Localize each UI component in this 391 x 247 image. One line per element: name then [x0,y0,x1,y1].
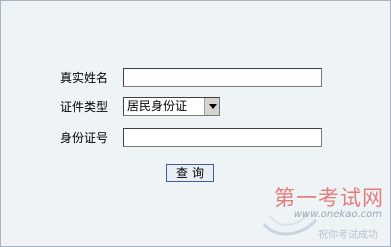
watermark-url: www.onekao.com [293,209,382,220]
query-button[interactable]: 查询 [166,164,214,182]
id-type-select[interactable]: 居民身份证 [123,97,220,116]
id-type-label: 证件类型 [60,100,109,114]
real-name-input[interactable] [123,68,322,87]
watermark-logo: 第一考试网 www.onekao.com 祝你考试成功 [256,182,386,244]
watermark-slogan: 祝你考试成功 [318,230,378,241]
id-type-selected-value: 居民身份证 [127,99,188,113]
chevron-down-icon[interactable] [204,98,219,115]
id-number-label: 身份证号 [60,131,109,145]
id-number-input[interactable] [123,128,322,147]
watermark-title: 第一考试网 [274,186,384,210]
query-form-panel: 真实姓名 证件类型 居民身份证 身份证号 查询 第一考试网 www.onekao… [0,0,391,247]
name-label: 真实姓名 [60,71,109,85]
